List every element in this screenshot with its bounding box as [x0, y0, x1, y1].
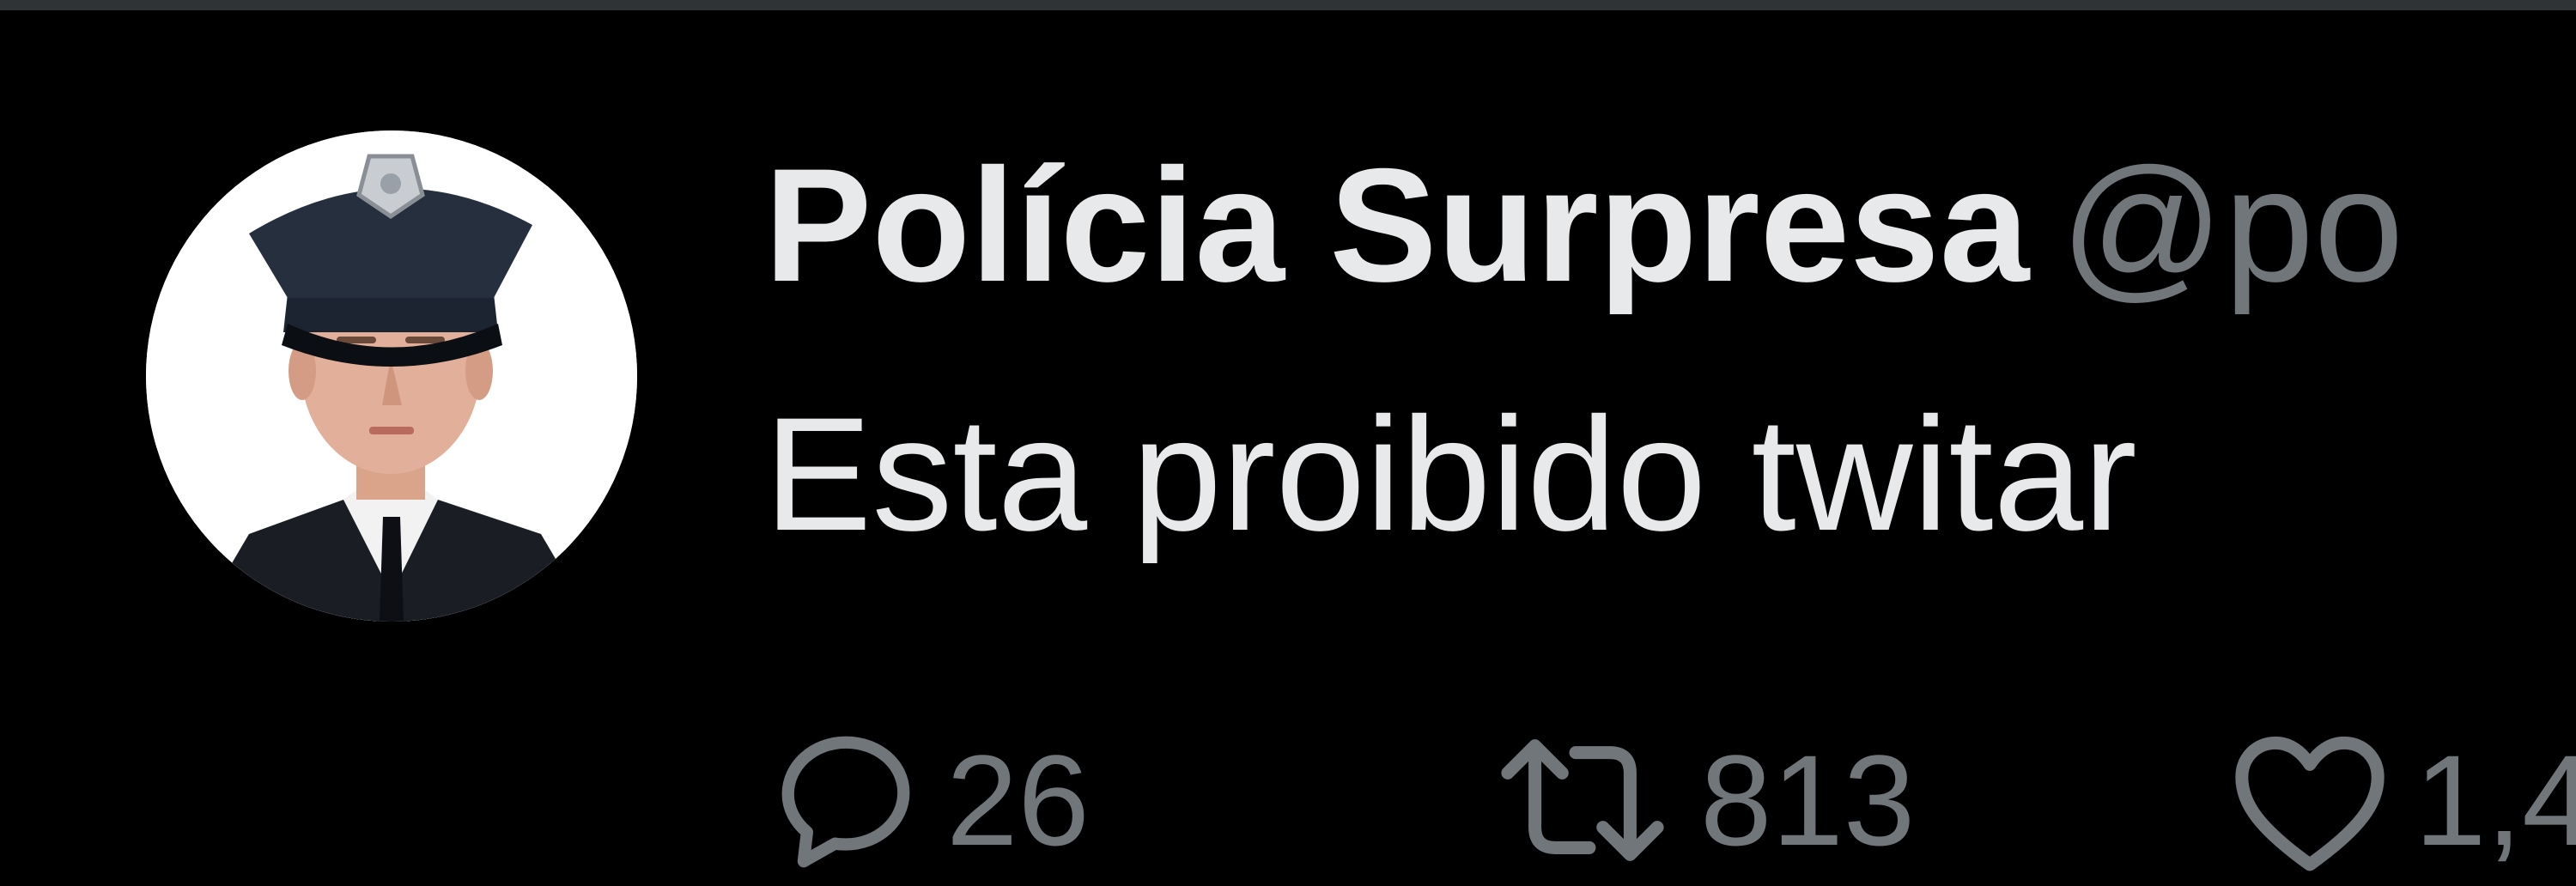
- like-button[interactable]: 1,4: [2224, 714, 2576, 886]
- reply-count: 26: [946, 728, 1090, 872]
- reply-icon: [781, 736, 910, 868]
- tweet-card[interactable]: Polícia Surpresa @po Esta proibido twitar…: [0, 10, 2576, 871]
- heart-icon: [2235, 736, 2385, 871]
- like-count: 1,4: [2415, 728, 2576, 872]
- avatar[interactable]: [146, 130, 637, 622]
- tweet-text: Esta proibido twitar: [764, 384, 2137, 564]
- reply-button[interactable]: 26: [764, 714, 1090, 886]
- retweet-icon: [1501, 739, 1664, 861]
- police-officer-avatar-icon: [146, 130, 637, 622]
- user-handle[interactable]: @po: [2060, 135, 2403, 315]
- tweet-header: Polícia Surpresa @po: [764, 139, 2403, 311]
- retweet-count: 813: [1700, 728, 1916, 872]
- display-name[interactable]: Polícia Surpresa: [764, 135, 2029, 315]
- retweet-button[interactable]: 813: [1484, 714, 1915, 886]
- top-divider: [0, 0, 2576, 10]
